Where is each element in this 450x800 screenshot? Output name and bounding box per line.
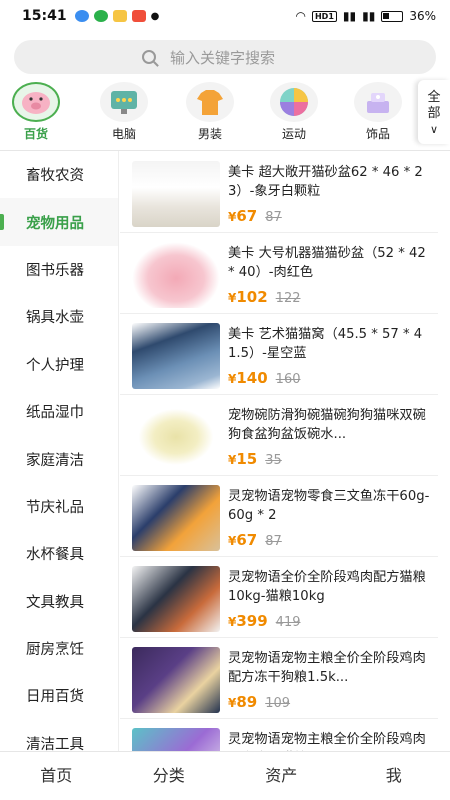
- jewelry-icon: [354, 82, 402, 122]
- original-price: 35: [265, 453, 282, 468]
- product-item[interactable]: 灵宠物语宠物主粮全价全阶段鸡肉配方冻干狗粮1.5k... ¥89 109: [120, 641, 438, 719]
- product-item[interactable]: 灵宠物语全价全阶段鸡肉配方猫粮10kg-猫粮10kg ¥399 419: [120, 560, 438, 638]
- sidebar-item[interactable]: 清洁工具: [0, 720, 118, 751]
- product-item[interactable]: 灵宠物语宠物零食三文鱼冻干60g-60g * 2 ¥67 87: [120, 479, 438, 557]
- product-item[interactable]: 美卡 超大敞开猫砂盆62 * 46 * 23）-象牙白颗粒 ¥67 87: [120, 155, 438, 233]
- category-label: 男装: [197, 127, 222, 141]
- product-title: 灵宠物语全价全阶段鸡肉配方猫粮10kg-猫粮10kg: [228, 570, 426, 604]
- salmon-snack-image: [132, 485, 220, 551]
- product-title: 灵宠物语宠物主粮全价全阶段鸡肉配方冻干猫粮1.5k...: [228, 732, 426, 747]
- product-title: 灵宠物语宠物零食三文鱼冻干60g-60g * 2: [228, 489, 430, 523]
- pet-bowl-image: [132, 404, 220, 470]
- product-item[interactable]: 宠物碗防滑狗碗猫碗狗狗猫咪双碗狗食盆狗盆饭碗水... ¥15 35: [120, 398, 438, 476]
- dog-food-image: [132, 647, 220, 713]
- shirt-icon: [186, 82, 234, 122]
- product-list: 美卡 超大敞开猫砂盆62 * 46 * 23）-象牙白颗粒 ¥67 87 美卡 大…: [120, 151, 450, 751]
- computer-icon: [100, 82, 148, 122]
- signal-icon: ▮▮: [342, 9, 357, 23]
- search-placeholder: 输入关键字搜索: [170, 48, 276, 67]
- sidebar-item[interactable]: 锅具水壶: [0, 293, 118, 340]
- product-title: 灵宠物语宠物主粮全价全阶段鸡肉配方冻干狗粮1.5k...: [228, 651, 426, 685]
- category-row: 百货 电脑 男装 运动 饰品: [0, 82, 450, 146]
- bottom-tab-bar: 首页 分类 资产 我: [0, 751, 450, 800]
- category-item-baihuo[interactable]: 百货: [6, 82, 66, 142]
- cat-food-bag-image: [132, 728, 220, 751]
- original-price: 109: [265, 696, 291, 711]
- product-title: 宠物碗防滑狗碗猫碗狗狗猫咪双碗狗食盆狗盆饭碗水...: [228, 408, 426, 442]
- status-right: ◠ HD1 ▮▮ ▮▮ 36%: [296, 9, 437, 23]
- product-price: ¥67 87: [228, 531, 282, 549]
- all-categories-button[interactable]: 全部 ∨: [418, 80, 450, 144]
- category-item-yundong[interactable]: 运动: [264, 82, 324, 142]
- product-title: 美卡 大号机器猫猫砂盆（52 * 42 * 40）-肉红色: [228, 246, 426, 280]
- red-app-icon: [131, 10, 146, 22]
- original-price: 419: [275, 615, 301, 630]
- original-price: 160: [275, 372, 301, 387]
- tab-assets[interactable]: 资产: [225, 752, 338, 800]
- category-label: 百货: [23, 127, 48, 141]
- all-label: 全部: [427, 90, 441, 121]
- meituan-icon: [112, 10, 127, 22]
- robot-litter-box-image: [132, 242, 220, 308]
- product-price: ¥102 122: [228, 288, 301, 306]
- original-price: 87: [265, 534, 282, 549]
- original-price: 122: [275, 291, 301, 306]
- chevron-down-icon: ∨: [429, 123, 439, 136]
- cat-food-image: [132, 566, 220, 632]
- pig-icon: [12, 82, 60, 122]
- search-icon: [142, 50, 156, 64]
- sidebar-item[interactable]: 图书乐器: [0, 246, 118, 293]
- status-time: 15:41: [22, 8, 67, 24]
- category-item-nanzhuang[interactable]: 男装: [180, 82, 240, 142]
- category-label: 电脑: [111, 127, 136, 141]
- product-item[interactable]: 美卡 艺术猫猫窝（45.5 * 57 * 41.5）-星空蓝 ¥140 160: [120, 317, 438, 395]
- sidebar-divider: [118, 151, 119, 751]
- product-title: 美卡 艺术猫猫窝（45.5 * 57 * 41.5）-星空蓝: [228, 327, 423, 361]
- sidebar-item[interactable]: 畜牧农资: [0, 151, 118, 198]
- sidebar-item-active[interactable]: 宠物用品: [0, 198, 118, 246]
- sidebar-item[interactable]: 个人护理: [0, 341, 118, 388]
- cat-bed-image: [132, 323, 220, 389]
- search-input[interactable]: 输入关键字搜索: [14, 40, 436, 74]
- ball-icon: [270, 82, 318, 122]
- signal-icon-2: ▮▮: [362, 9, 376, 23]
- product-item[interactable]: 灵宠物语宠物主粮全价全阶段鸡肉配方冻干猫粮1.5k...: [120, 722, 438, 751]
- tab-category[interactable]: 分类: [113, 752, 226, 800]
- category-label: 饰品: [365, 127, 390, 141]
- product-title: 美卡 超大敞开猫砂盆62 * 46 * 23）-象牙白颗粒: [228, 165, 423, 199]
- product-price: ¥67 87: [228, 207, 282, 225]
- original-price: 87: [265, 210, 282, 225]
- litter-box-image: [132, 161, 220, 227]
- tab-me[interactable]: 我: [338, 752, 450, 800]
- product-price: ¥399 419: [228, 612, 301, 630]
- sidebar-item[interactable]: 文具教具: [0, 578, 118, 625]
- tab-home[interactable]: 首页: [0, 752, 113, 800]
- sidebar-item[interactable]: 纸品湿巾: [0, 388, 118, 435]
- category-label: 运动: [281, 127, 306, 141]
- product-price: ¥15 35: [228, 450, 282, 468]
- product-price: ¥89 109: [228, 693, 291, 711]
- category-item-shipin[interactable]: 饰品: [348, 82, 408, 142]
- sidebar-item[interactable]: 厨房烹饪: [0, 625, 118, 672]
- sidebar-item[interactable]: 日用百货: [0, 672, 118, 719]
- product-item[interactable]: 美卡 大号机器猫猫砂盆（52 * 42 * 40）-肉红色 ¥102 122: [120, 236, 438, 314]
- battery-percent: 36%: [409, 9, 436, 23]
- sidebar-item[interactable]: 水杯餐具: [0, 530, 118, 577]
- wechat-icon: [93, 10, 108, 22]
- status-bar: 15:41 ● ◠ HD1 ▮▮ ▮▮ 36%: [0, 0, 450, 32]
- dot-icon: ●: [150, 10, 160, 22]
- category-item-diannao[interactable]: 电脑: [94, 82, 154, 142]
- blue-app-icon: [74, 10, 89, 22]
- hd-badge: HD1: [311, 10, 337, 22]
- sidebar-item[interactable]: 家庭清洁: [0, 435, 118, 482]
- sidebar-item[interactable]: 节庆礼品: [0, 483, 118, 530]
- product-price: ¥140 160: [228, 369, 301, 387]
- battery-icon: [381, 10, 404, 22]
- wifi-icon: ◠: [295, 9, 306, 23]
- sidebar: 畜牧农资 宠物用品 图书乐器 锅具水壶 个人护理 纸品湿巾 家庭清洁 节庆礼品 …: [0, 151, 118, 751]
